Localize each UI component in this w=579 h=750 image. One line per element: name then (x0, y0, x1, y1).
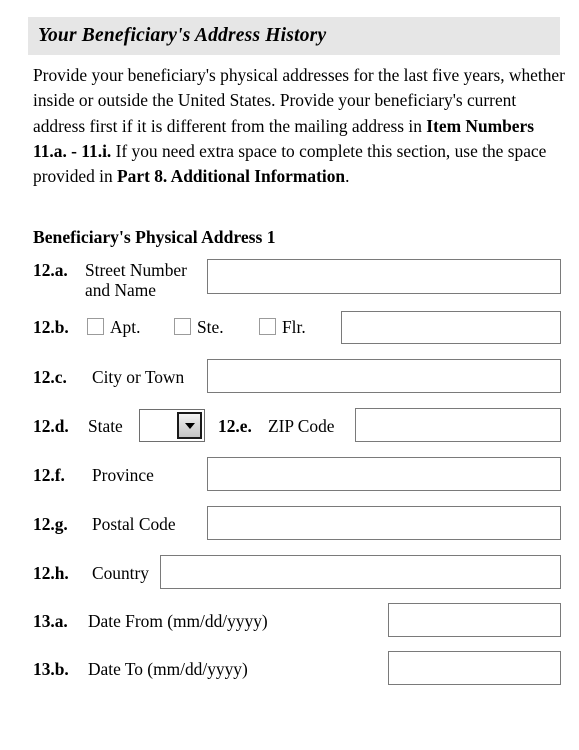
field-number-13b: 13.b. (33, 659, 69, 679)
unit-number-input[interactable] (341, 311, 561, 344)
date-to-input[interactable] (388, 651, 561, 685)
field-label-country: Country (92, 563, 150, 583)
field-label-zip: ZIP Code (268, 416, 335, 436)
field-label-street: Street Number and Name (85, 260, 187, 300)
checkbox-label-apt: Apt. (110, 317, 141, 337)
subsection-heading: Beneficiary's Physical Address 1 (33, 227, 276, 247)
zip-input[interactable] (355, 408, 561, 442)
checkbox-apt[interactable] (87, 318, 104, 335)
postal-code-input[interactable] (207, 506, 561, 540)
form-page: Your Beneficiary's Address History Provi… (0, 0, 579, 750)
field-number-12c: 12.c. (33, 367, 67, 387)
state-select[interactable] (139, 409, 205, 442)
field-number-13a: 13.a. (33, 611, 68, 631)
section-header: Your Beneficiary's Address History (28, 17, 560, 55)
province-input[interactable] (207, 457, 561, 491)
field-label-state: State (88, 416, 123, 436)
instructions-text-part3: . (345, 166, 350, 187)
date-from-input[interactable] (388, 603, 561, 637)
field-label-date-from: Date From (mm/dd/yyyy) (88, 611, 268, 631)
field-number-12d: 12.d. (33, 416, 69, 436)
checkbox-flr[interactable] (259, 318, 276, 335)
field-number-12a: 12.a. (33, 260, 68, 280)
checkbox-label-flr: Flr. (282, 317, 306, 337)
field-label-city: City or Town (92, 367, 185, 387)
city-input[interactable] (207, 359, 561, 393)
field-number-12h: 12.h. (33, 563, 69, 583)
field-label-postal: Postal Code (92, 514, 176, 534)
field-number-12e: 12.e. (218, 416, 252, 436)
field-label-province: Province (92, 465, 154, 485)
chevron-down-icon (184, 422, 195, 429)
street-input[interactable] (207, 259, 561, 294)
country-input[interactable] (160, 555, 561, 589)
checkbox-ste[interactable] (174, 318, 191, 335)
state-select-button[interactable] (177, 412, 202, 439)
section-instructions: Provide your beneficiary's physical addr… (33, 63, 565, 189)
instructions-part8-reference: Part 8. Additional Information (117, 166, 346, 187)
checkbox-label-ste: Ste. (197, 317, 224, 337)
field-number-12f: 12.f. (33, 465, 65, 485)
field-number-12g: 12.g. (33, 514, 68, 534)
section-header-title: Your Beneficiary's Address History (38, 25, 327, 46)
field-label-date-to: Date To (mm/dd/yyyy) (88, 659, 248, 679)
field-number-12b: 12.b. (33, 317, 69, 337)
